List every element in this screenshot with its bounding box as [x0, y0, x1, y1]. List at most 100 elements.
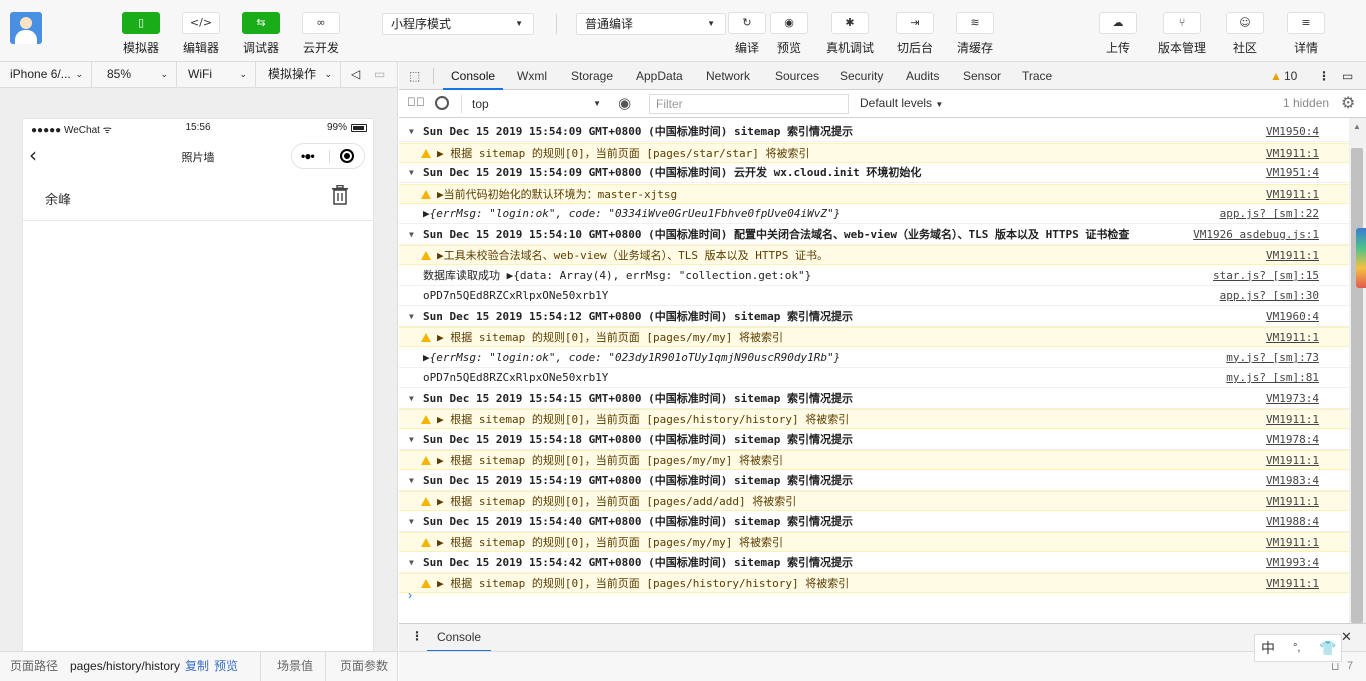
tab-sensor[interactable]: Sensor — [963, 62, 1001, 90]
preview-button[interactable]: ◉ 预览 — [770, 12, 808, 56]
source-link[interactable]: VM1988:4 — [1266, 512, 1319, 532]
console-group-row[interactable]: ▼ Sun Dec 15 2019 15:54:15 GMT+0800 (中国标准… — [399, 389, 1349, 409]
simulator-toggle-button[interactable]: ▯ 模拟器 — [122, 12, 160, 56]
console-log-row[interactable]: ▶{errMsg: "login:ok", code: "0334iWve0Gr… — [399, 204, 1349, 224]
source-link[interactable]: VM1911:1 — [1266, 144, 1319, 164]
more-dots-icon[interactable]: •●• — [301, 149, 315, 163]
upload-button[interactable]: ☁ 上传 — [1099, 12, 1137, 56]
list-item[interactable]: 余峰 — [23, 175, 373, 221]
source-link[interactable]: VM1911:1 — [1266, 451, 1319, 471]
close-drawer-icon[interactable]: ✕ — [1341, 629, 1352, 645]
remote-debug-button[interactable]: ✱ 真机调试 — [826, 12, 874, 56]
tab-security[interactable]: Security — [840, 62, 883, 90]
ime-language-toggle[interactable]: 中 — [1261, 635, 1275, 661]
source-link[interactable]: VM1993:4 — [1266, 553, 1319, 573]
console-warning-row[interactable]: ▶工具未校验合法域名、web-view（业务域名）、TLS 版本以及 HTTPS… — [399, 245, 1349, 265]
console-log-row[interactable]: ▶{errMsg: "login:ok", code: "023dy1R901o… — [399, 348, 1349, 368]
source-link[interactable]: my.js? [sm]:73 — [1226, 348, 1319, 368]
community-button[interactable]: ☺ 社区 — [1226, 12, 1264, 56]
source-link[interactable]: VM1951:4 — [1266, 163, 1319, 183]
close-panel-icon[interactable]: ▭ — [1342, 62, 1353, 90]
console-warning-row[interactable]: ▶ 根据 sitemap 的规则[0]，当前页面 [pages/star/sta… — [399, 142, 1349, 164]
expand-arrow-icon[interactable]: ▼ — [409, 512, 414, 532]
shirt-icon[interactable]: 👕 — [1319, 635, 1336, 661]
source-link[interactable]: VM1950:4 — [1266, 122, 1319, 142]
console-group-row[interactable]: ▼ Sun Dec 15 2019 15:54:09 GMT+0800 (中国标准… — [399, 122, 1349, 142]
source-link[interactable]: app.js? [sm]:30 — [1220, 286, 1319, 306]
user-avatar[interactable] — [10, 12, 42, 44]
expand-arrow-icon[interactable]: ▼ — [409, 389, 414, 409]
tab-appdata[interactable]: AppData — [636, 62, 683, 90]
scroll-up-icon[interactable]: ▲ — [1353, 122, 1361, 131]
preview-path-link[interactable]: 预览 — [214, 652, 238, 680]
tab-network[interactable]: Network — [706, 62, 750, 90]
expand-arrow-icon[interactable]: ▼ — [409, 471, 414, 491]
background-button[interactable]: ⇥ 切后台 — [896, 12, 934, 56]
tab-audits[interactable]: Audits — [906, 62, 939, 90]
compile-button[interactable]: ↻ 编译 — [728, 12, 766, 56]
source-link[interactable]: VM1960:4 — [1266, 307, 1319, 327]
console-log-row[interactable]: 数据库读取成功 ▶{data: Array(4), errMsg: "colle… — [399, 266, 1349, 286]
source-link[interactable]: VM1983:4 — [1266, 471, 1319, 491]
expand-arrow-icon[interactable]: ▼ — [409, 553, 414, 573]
tab-storage[interactable]: Storage — [571, 62, 613, 90]
console-prompt[interactable]: › — [408, 588, 412, 602]
source-link[interactable]: VM1911:1 — [1266, 185, 1319, 205]
log-levels-select[interactable]: Default levels ▼ — [860, 96, 943, 110]
source-link[interactable]: VM1978:4 — [1266, 430, 1319, 450]
expand-arrow-icon[interactable]: ▼ — [409, 430, 414, 450]
drawer-tab-console[interactable]: Console — [427, 624, 492, 652]
console-warning-row[interactable]: ▶ 根据 sitemap 的规则[0]，当前页面 [pages/history/… — [399, 409, 1349, 429]
debugger-toggle-button[interactable]: ⇆ 调试器 — [242, 12, 280, 56]
detach-button[interactable]: ▭ — [368, 62, 396, 88]
expand-arrow-icon[interactable]: ▼ — [409, 163, 414, 183]
eye-icon[interactable]: ◉ — [618, 94, 631, 112]
mode-select[interactable]: 小程序模式 ▼ — [382, 13, 534, 35]
source-link[interactable]: VM1911:1 — [1266, 328, 1319, 348]
tab-wxml[interactable]: Wxml — [517, 62, 547, 90]
console-warning-row[interactable]: ▶ 根据 sitemap 的规则[0]，当前页面 [pages/my/my] 将… — [399, 327, 1349, 347]
filter-input[interactable]: Filter — [649, 94, 849, 114]
console-group-row[interactable]: ▼ Sun Dec 15 2019 15:54:19 GMT+0800 (中国标准… — [399, 471, 1349, 491]
expand-arrow-icon[interactable]: ▼ — [409, 122, 414, 142]
console-log-row[interactable]: oPD7n5QEd8RZCxRlpxONe50xrb1Y app.js? [sm]… — [399, 286, 1349, 306]
mute-button[interactable]: ◁ — [343, 62, 371, 88]
sidebar-toggle-icon[interactable]: ▶⃞ — [407, 95, 425, 109]
gear-icon[interactable]: ⚙ — [1341, 93, 1355, 113]
expand-arrow-icon[interactable]: ▼ — [409, 225, 414, 245]
drawer-menu-icon[interactable]: ⋮ — [411, 629, 423, 643]
source-link[interactable]: VM1973:4 — [1266, 389, 1319, 409]
ime-punctuation-toggle[interactable]: °, — [1293, 635, 1300, 661]
source-link[interactable]: VM1926 asdebug.js:1 — [1193, 225, 1319, 245]
copy-path-link[interactable]: 复制 — [185, 652, 209, 680]
zoom-select[interactable]: 85% ⌄ — [97, 62, 177, 88]
simulate-ops-select[interactable]: 模拟操作 ⌄ — [258, 62, 341, 88]
editor-toggle-button[interactable]: </> 编辑器 — [182, 12, 220, 56]
console-log-row[interactable]: oPD7n5QEd8RZCxRlpxONe50xrb1Y my.js? [sm]:… — [399, 368, 1349, 388]
version-manage-button[interactable]: ⑂ 版本管理 — [1158, 12, 1206, 56]
source-link[interactable]: app.js? [sm]:22 — [1220, 204, 1319, 224]
device-select[interactable]: iPhone 6/... ⌄ — [0, 62, 92, 88]
console-log-area[interactable]: ▼ Sun Dec 15 2019 15:54:09 GMT+0800 (中国标准… — [399, 118, 1349, 623]
warning-count[interactable]: 10 — [1284, 62, 1297, 90]
source-link[interactable]: VM1911:1 — [1266, 492, 1319, 512]
source-link[interactable]: VM1911:1 — [1266, 574, 1319, 594]
context-select[interactable]: top ▼ — [461, 95, 601, 113]
console-group-row[interactable]: ▼ Sun Dec 15 2019 15:54:09 GMT+0800 (中国标准… — [399, 163, 1349, 183]
tab-sources[interactable]: Sources — [775, 62, 819, 90]
source-link[interactable]: VM1911:1 — [1266, 410, 1319, 430]
console-group-row[interactable]: ▼ Sun Dec 15 2019 15:54:40 GMT+0800 (中国标准… — [399, 512, 1349, 532]
console-scrollbar[interactable]: ▲ — [1349, 118, 1366, 623]
console-warning-row[interactable]: ▶当前代码初始化的默认环境为：master-xjtsg VM1911:1 — [399, 183, 1349, 205]
console-group-row[interactable]: ▼ Sun Dec 15 2019 15:54:12 GMT+0800 (中国标准… — [399, 307, 1349, 327]
console-group-row[interactable]: ▼ Sun Dec 15 2019 15:54:42 GMT+0800 (中国标准… — [399, 553, 1349, 573]
scrollbar-thumb[interactable] — [1351, 148, 1363, 623]
source-link[interactable]: star.js? [sm]:15 — [1213, 266, 1319, 286]
details-button[interactable]: ≡ 详情 — [1287, 12, 1325, 56]
console-group-row[interactable]: ▼ Sun Dec 15 2019 15:54:18 GMT+0800 (中国标准… — [399, 430, 1349, 450]
source-link[interactable]: VM1911:1 — [1266, 246, 1319, 266]
tab-trace[interactable]: Trace — [1022, 62, 1052, 90]
tab-console[interactable]: Console — [443, 62, 504, 90]
console-warning-row[interactable]: ▶ 根据 sitemap 的规则[0]，当前页面 [pages/add/add]… — [399, 491, 1349, 511]
compile-mode-select[interactable]: 普通编译 ▼ — [576, 13, 726, 35]
